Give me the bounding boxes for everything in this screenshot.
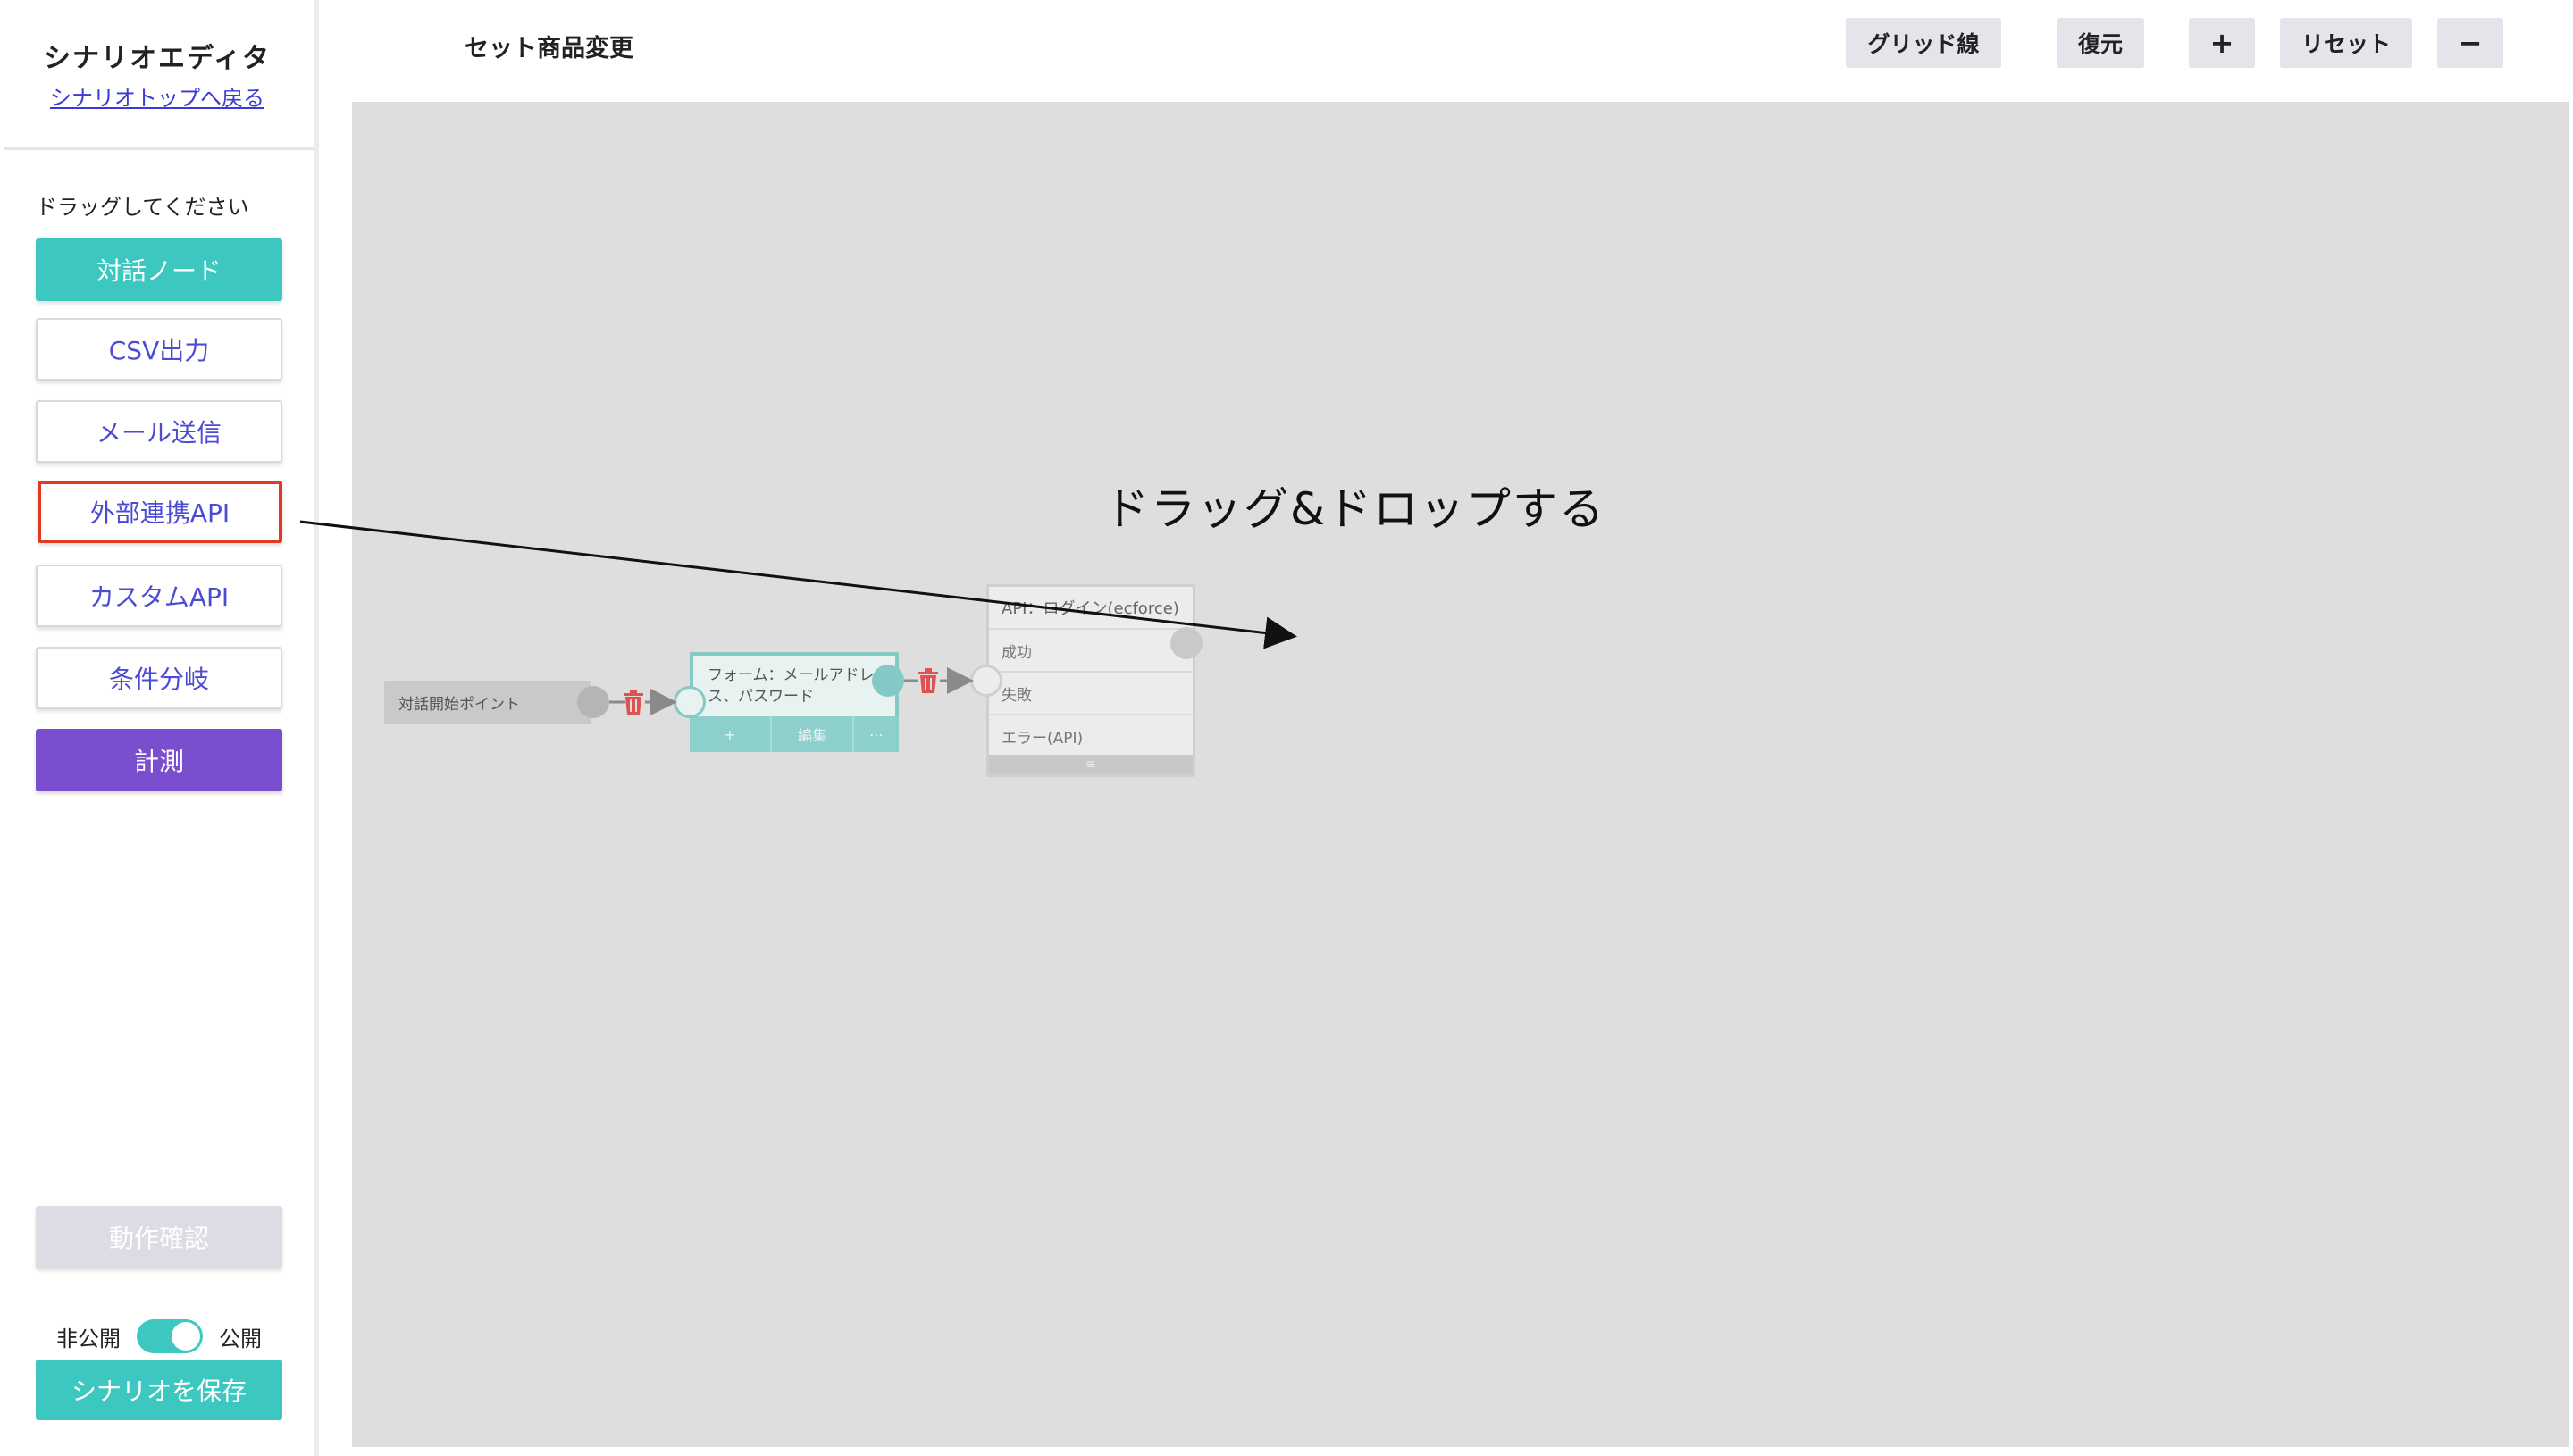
app-title: シナリオエディタ	[44, 43, 271, 74]
back-to-scenarios-link[interactable]: シナリオトップへ戻る	[0, 80, 314, 112]
form-node-text: フォーム：メールアドレス、パスワード	[708, 666, 875, 706]
sidebar-divider	[4, 147, 314, 150]
drag-hint: ドラッグしてください	[36, 195, 249, 220]
start-point-node[interactable]: 対話開始ポイント	[384, 681, 591, 724]
external-api-button[interactable]: 外部連携API	[38, 481, 282, 543]
form-node-footer: + 編集 ⋯	[690, 716, 899, 752]
sidebar-border	[314, 0, 319, 1456]
api-failure-row: 失敗	[989, 673, 1193, 715]
form-node[interactable]: フォーム：メールアドレス、パスワード + 編集 ⋯	[690, 652, 899, 752]
dialog-node-button[interactable]: 対話ノード	[36, 238, 282, 301]
sidebar: シナリオエディタ シナリオトップへ戻る ドラッグしてください 対話ノード CSV…	[0, 0, 314, 1456]
public-label: 公開	[219, 1326, 262, 1351]
publish-toggle-row: 非公開 公開	[36, 1315, 282, 1358]
zoom-out-button[interactable]: −	[2437, 18, 2503, 68]
start-point-label: 対話開始ポイント	[398, 695, 520, 714]
csv-output-button[interactable]: CSV出力	[36, 318, 282, 381]
scenario-name: セット商品変更	[465, 35, 633, 63]
form-add-button[interactable]: +	[690, 716, 772, 752]
api-input-port[interactable]	[970, 665, 1002, 697]
drag-drop-instruction: ドラッグ&ドロップする	[1104, 483, 1605, 535]
grid-lines-button[interactable]: グリッド線	[1846, 18, 2001, 68]
zoom-in-button[interactable]: +	[2189, 18, 2255, 68]
condition-branch-button[interactable]: 条件分岐	[36, 647, 282, 709]
form-output-port[interactable]	[872, 665, 904, 697]
custom-api-button[interactable]: カスタムAPI	[36, 565, 282, 627]
form-input-port[interactable]	[674, 686, 706, 718]
measurement-button[interactable]: 計測	[36, 729, 282, 791]
api-node-title: API：ログイン(ecforce)	[989, 587, 1193, 630]
restore-button[interactable]: 復元	[2057, 18, 2144, 68]
api-success-row: 成功	[989, 630, 1193, 673]
api-success-port[interactable]	[1170, 627, 1203, 659]
toggle-knob	[172, 1322, 200, 1351]
mail-send-button[interactable]: メール送信	[36, 400, 282, 463]
form-edit-button[interactable]: 編集	[772, 716, 854, 752]
reset-button[interactable]: リセット	[2280, 18, 2412, 68]
api-login-node[interactable]: API：ログイン(ecforce) 成功 失敗 エラー(API) ≡	[986, 584, 1195, 777]
private-label: 非公開	[56, 1326, 121, 1351]
start-output-port[interactable]	[577, 686, 609, 718]
api-error-row: エラー(API)	[989, 715, 1193, 758]
flow-canvas[interactable]	[352, 102, 2569, 1447]
save-scenario-button[interactable]: シナリオを保存	[36, 1360, 282, 1420]
operation-check-button[interactable]: 動作確認	[36, 1206, 282, 1268]
form-more-button[interactable]: ⋯	[854, 716, 899, 752]
publish-toggle[interactable]	[137, 1319, 203, 1353]
api-node-footer[interactable]: ≡	[989, 755, 1193, 774]
